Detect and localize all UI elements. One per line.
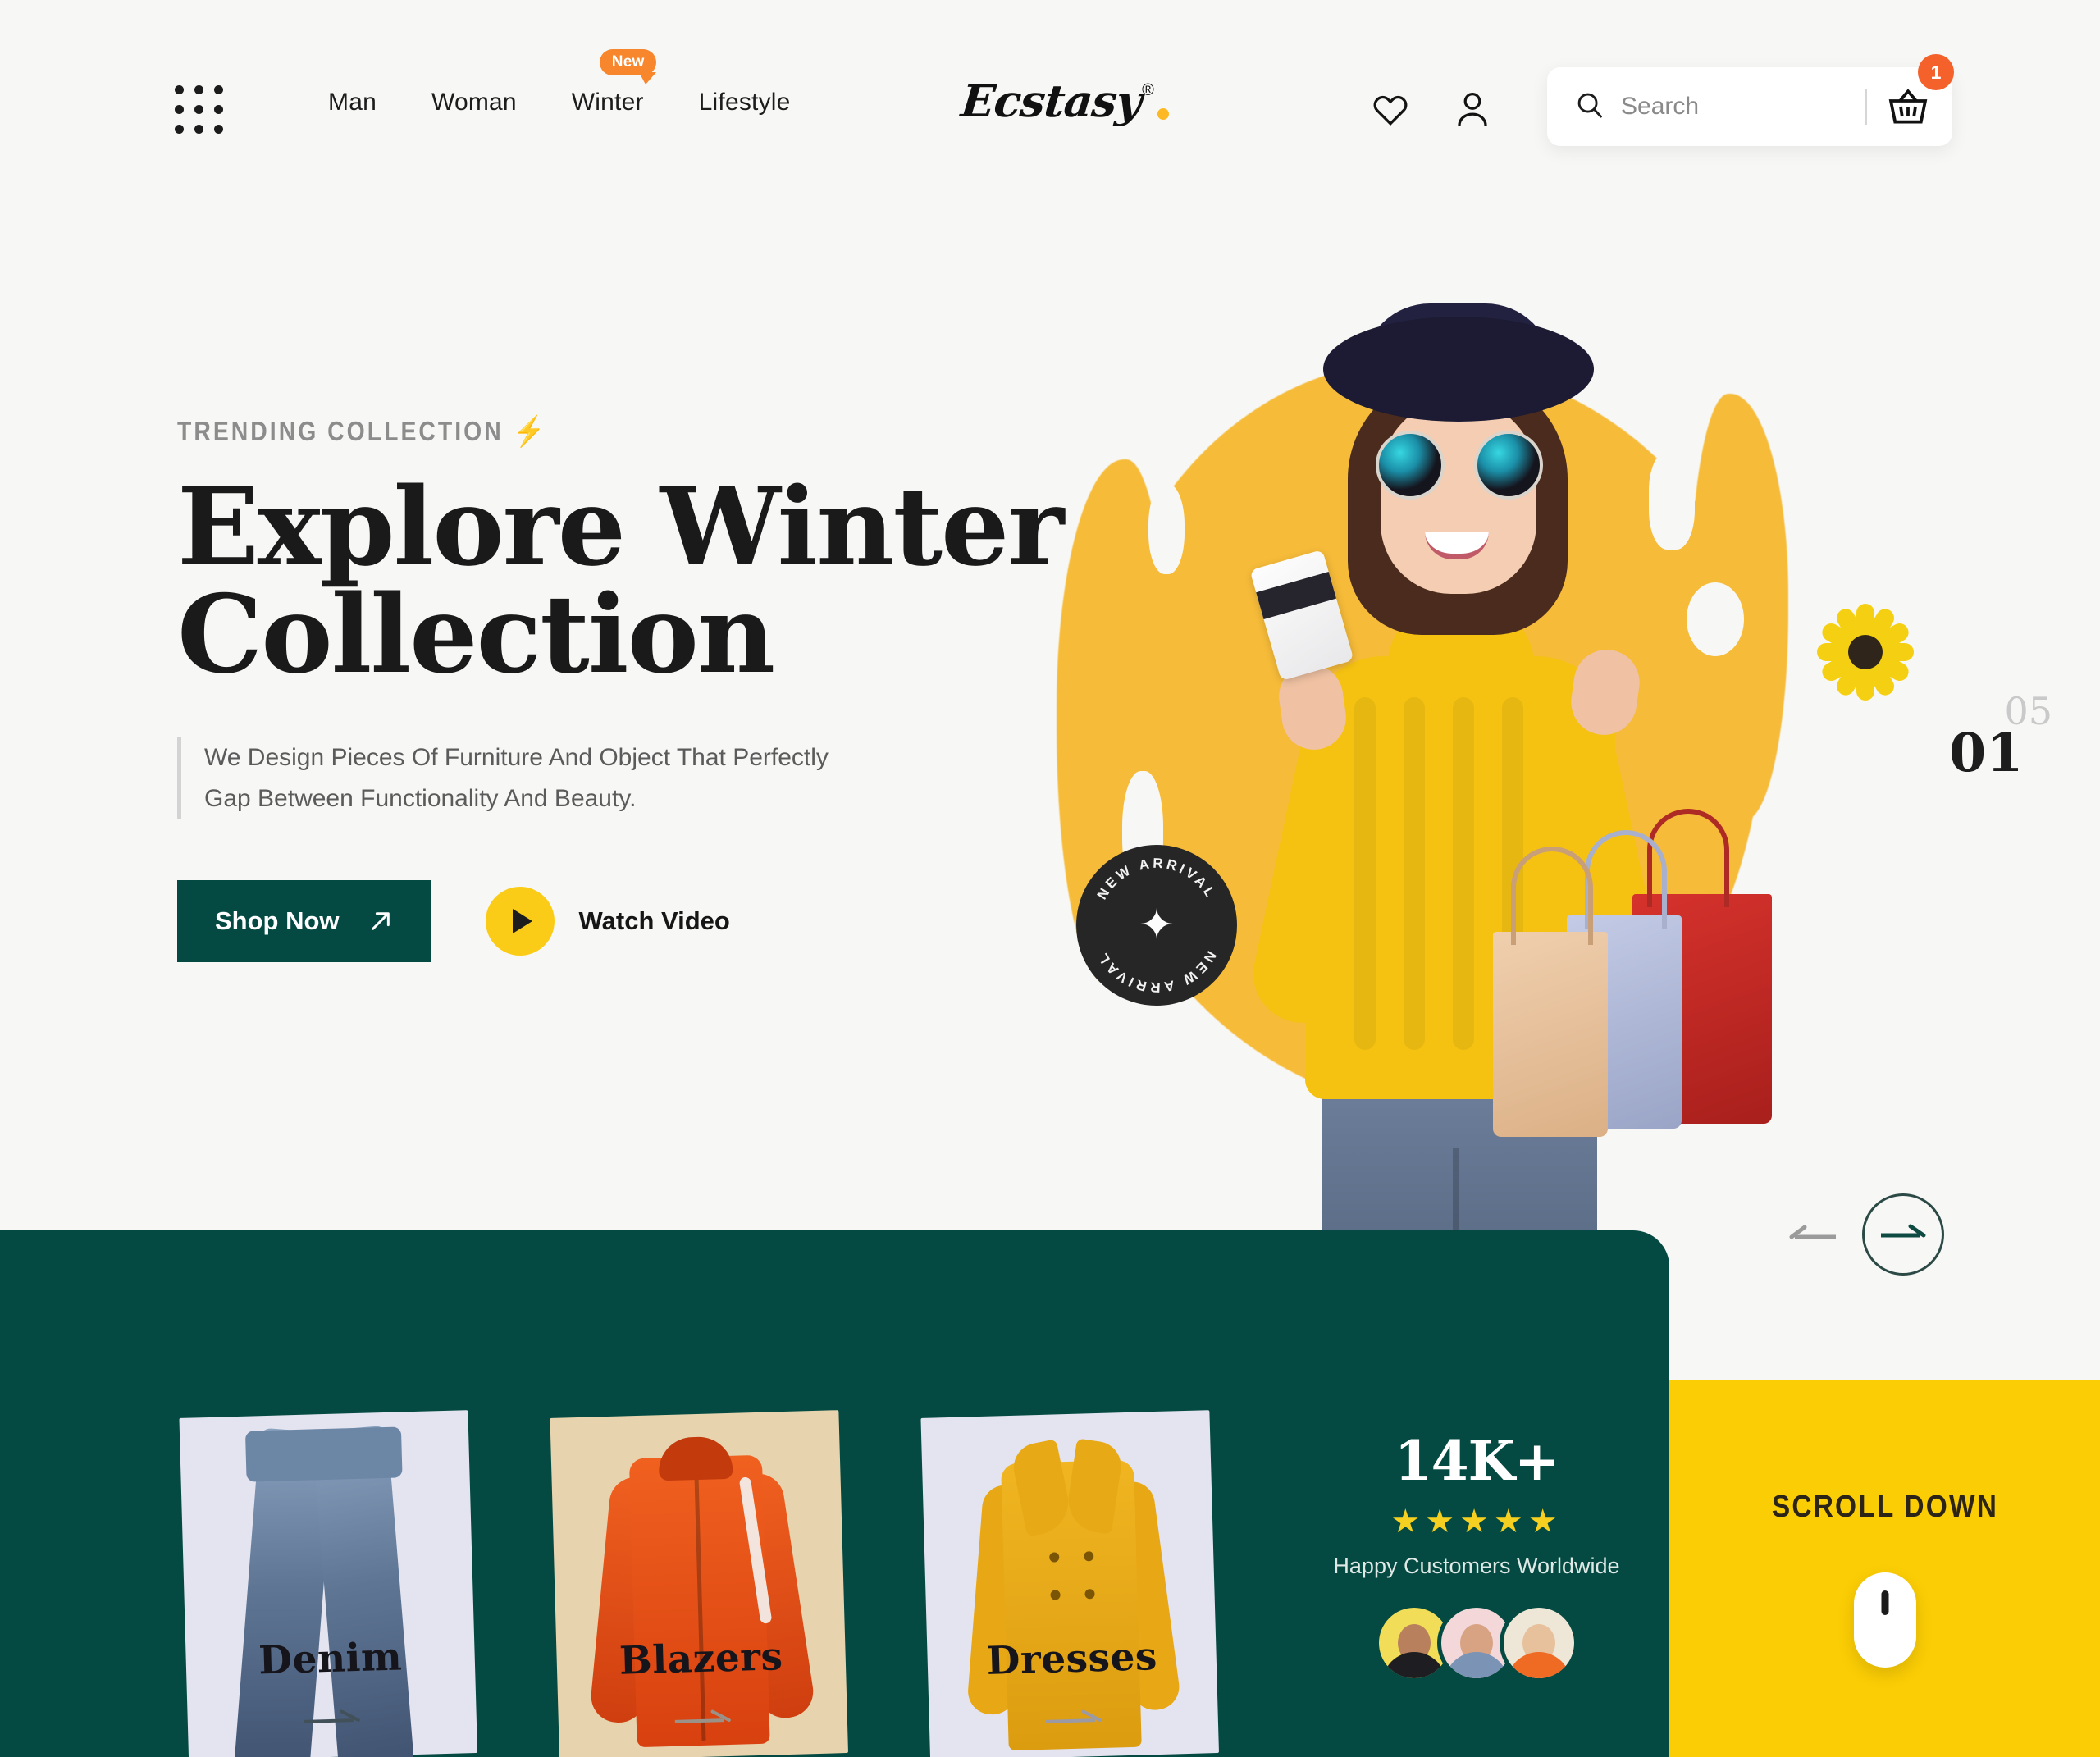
customer-stats: 14K+ ★★★★★ Happy Customers Worldwide — [1329, 1429, 1624, 1682]
hero-image: NEW ARRIVAL NEW ARRIVAL ✦ — [1025, 303, 1993, 1321]
sunglasses — [1376, 431, 1543, 500]
slide-current: 01 — [1949, 722, 2024, 784]
watch-video-label: Watch Video — [578, 906, 730, 936]
avatar — [1500, 1604, 1578, 1682]
watch-video-button[interactable]: Watch Video — [485, 887, 730, 956]
product-image-jacket — [588, 1426, 817, 1752]
new-arrival-ring-text: NEW ARRIVAL NEW ARRIVAL — [1094, 856, 1220, 996]
brush-fleck — [1148, 484, 1185, 574]
sunflower-decoration — [1817, 604, 1914, 701]
star-rating-icon: ★★★★★ — [1390, 1504, 1563, 1540]
main-navigation: Man Woman New Winter Lifestyle — [328, 49, 791, 116]
svg-text:NEW ARRIVAL: NEW ARRIVAL — [1094, 948, 1220, 995]
arrow-right-icon[interactable] — [1862, 1193, 1944, 1276]
mouse-icon — [1853, 1572, 1916, 1668]
category-card-dresses[interactable]: Dresses — [917, 1279, 1220, 1757]
brand-logo-text: Ecstasy — [958, 75, 1144, 127]
customer-avatar-group — [1329, 1604, 1624, 1682]
hero-cta-group: Shop Now Watch Video — [177, 880, 1080, 963]
category-label: Blazers — [619, 1634, 784, 1684]
nav-item-label: Winter — [571, 89, 644, 116]
search-icon — [1575, 90, 1605, 124]
site-header: Man Woman New Winter Lifestyle Ecstasy ® — [0, 0, 2100, 189]
nav-item-winter[interactable]: New Winter — [571, 49, 657, 116]
hero-content: TRENDING COLLECTION ⚡ Explore Winter Col… — [177, 414, 1080, 963]
header-action-icons — [1372, 90, 1490, 128]
nav-item-woman[interactable]: Woman — [431, 89, 517, 116]
shop-now-button[interactable]: Shop Now — [177, 880, 431, 963]
logo-dot — [1157, 108, 1169, 120]
nav-item-label: Man — [328, 89, 377, 116]
lightning-bolt-icon: ⚡ — [513, 414, 548, 448]
scroll-down-label: SCROLL DOWN — [1771, 1490, 1998, 1524]
search-divider — [1865, 89, 1867, 125]
stat-count: 14K+ — [1394, 1429, 1560, 1493]
shop-now-label: Shop Now — [215, 906, 340, 936]
user-icon[interactable] — [1455, 90, 1490, 128]
play-icon — [485, 887, 555, 956]
stat-caption: Happy Customers Worldwide — [1333, 1554, 1620, 1578]
nav-item-label: Lifestyle — [698, 89, 791, 116]
nav-item-lifestyle[interactable]: Lifestyle — [699, 89, 791, 116]
cart-count-badge: 1 — [1918, 54, 1954, 90]
hero-title-line-2: Collection — [177, 571, 775, 697]
category-card-denim[interactable]: Denim — [176, 1279, 478, 1757]
new-badge: New — [599, 49, 657, 84]
landing-page: Man Woman New Winter Lifestyle Ecstasy ® — [0, 0, 2100, 1757]
credit-card-prop — [1249, 550, 1354, 681]
category-label: Dresses — [985, 1634, 1158, 1684]
heart-icon[interactable] — [1372, 92, 1409, 126]
shopping-bags — [1468, 771, 1796, 1137]
nav-item-label: Woman — [431, 89, 517, 116]
nav-item-man[interactable]: Man — [328, 89, 377, 116]
category-card-blazers[interactable]: Blazers — [546, 1279, 849, 1757]
brand-logo[interactable]: Ecstasy ® — [958, 75, 1169, 127]
new-arrival-badge[interactable]: NEW ARRIVAL NEW ARRIVAL ✦ — [1076, 845, 1237, 1006]
hero-eyebrow-label: TRENDING COLLECTION — [177, 416, 504, 446]
arrow-up-right-icon — [371, 912, 390, 930]
shopping-basket-icon — [1888, 89, 1928, 124]
search-input[interactable] — [1621, 93, 1865, 121]
slider-navigation — [1787, 1193, 1944, 1276]
slide-counter: 05 01 — [1928, 689, 2084, 796]
hero-subtitle-line-2: Gap Between Functionality And Beauty. — [204, 785, 637, 813]
cart-button[interactable]: 1 — [1887, 54, 1954, 126]
hero-subtitle-line-1: We Design Pieces Of Furniture And Object… — [204, 744, 829, 771]
svg-text:NEW ARRIVAL: NEW ARRIVAL — [1094, 856, 1220, 902]
arrow-left-icon[interactable] — [1787, 1221, 1838, 1248]
hero-eyebrow: TRENDING COLLECTION ⚡ — [177, 414, 953, 449]
category-card-list: Denim Blazers Dresses — [179, 1283, 1220, 1757]
grid-dots-icon[interactable] — [175, 85, 234, 144]
scroll-down-panel[interactable]: SCROLL DOWN — [1669, 1380, 2100, 1757]
registered-mark: ® — [1142, 81, 1154, 99]
search-bar: 1 — [1547, 54, 1954, 146]
category-label: Denim — [258, 1634, 403, 1684]
page-title: Explore Winter Collection — [177, 473, 1080, 688]
hero-subtitle: We Design Pieces Of Furniture And Object… — [177, 737, 858, 820]
